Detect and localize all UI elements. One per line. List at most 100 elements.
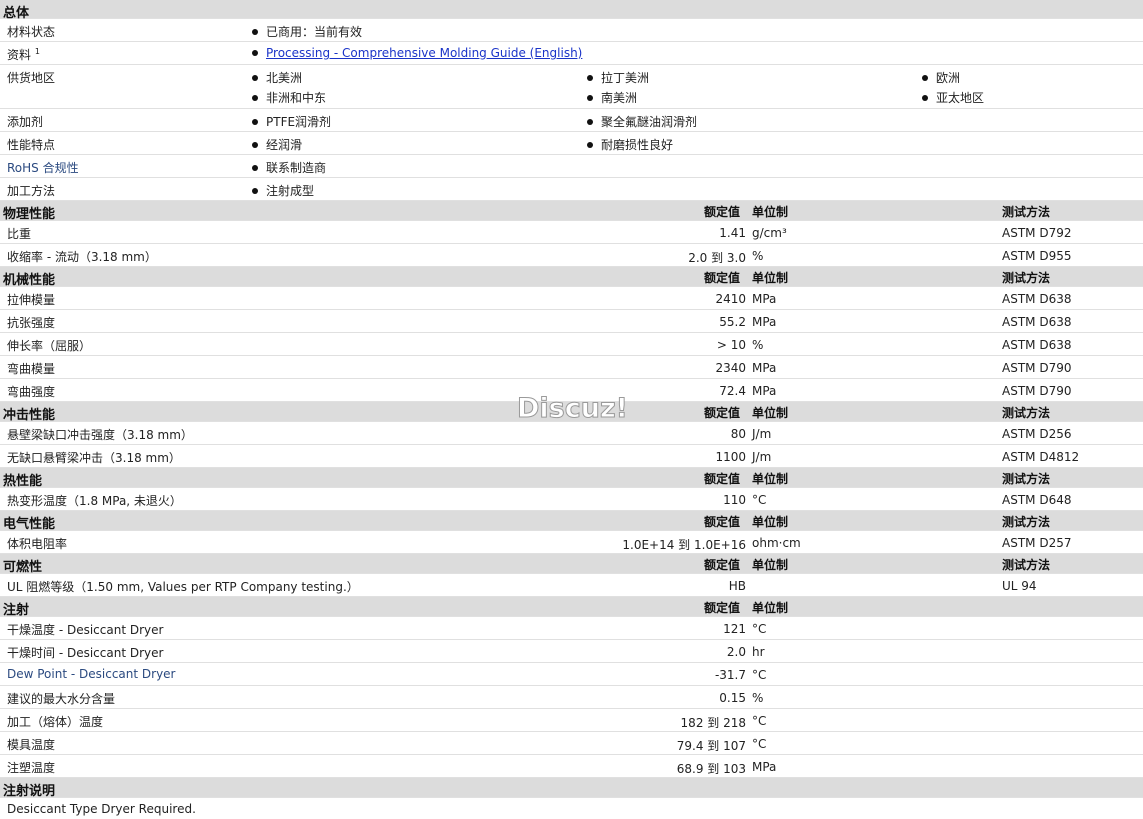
table-row: UL 阻燃等级（1.50 mm, Values per RTP Company … [0,574,1143,597]
bullet-item: 联系制造商 [252,159,326,176]
row-material-status: 材料状态 已商用：当前有效 [0,19,1143,42]
row-unit: MPa [752,292,777,306]
table-row: 干燥时间 - Desiccant Dryer 2.0 hr [0,640,1143,663]
row-unit: MPa [752,384,777,398]
row-label: 资料 1 [7,47,40,62]
section-injection-notes-header: 注射说明 [0,778,1143,799]
row-value: -31.7 [714,668,746,682]
section-physical-header: 物理性能 额定值 单位制 测试方法 [0,201,1143,222]
section-thermal-header: 热性能 额定值 单位制 测试方法 [0,468,1143,489]
col-header-method: 测试方法 [1002,515,1051,529]
row-label: 拉伸模量 [7,293,56,307]
col-header-unit: 单位制 [752,601,789,615]
row-features: 性能特点 经润滑 耐磨损性良好 [0,132,1143,155]
row-label: 供货地区 [7,71,56,85]
bullet-icon [922,74,928,81]
col-header-value: 额定值 [704,601,741,615]
row-label: 建议的最大水分含量 [7,692,116,706]
col-header-value: 额定值 [704,515,741,529]
col-header-value: 额定值 [704,558,741,572]
row-value: 2410 [715,292,746,306]
table-row: 悬壁梁缺口冲击强度（3.18 mm） 80 J/m ASTM D256 [0,422,1143,445]
additive-item: PTFE润滑剂 [252,113,331,130]
row-unit: % [752,249,764,263]
region-item: 北美洲 [252,69,302,86]
table-row: 干燥温度 - Desiccant Dryer 121 °C [0,617,1143,640]
bullet-icon [252,49,258,56]
row-unit: J/m [752,450,772,464]
row-label: 伸长率（屈服） [7,339,92,353]
row-value: 80 [730,427,746,441]
col-header-unit: 单位制 [752,472,789,486]
row-method: ASTM D790 [1002,384,1072,398]
col-header-value: 额定值 [704,406,741,420]
col-header-unit: 单位制 [752,558,789,572]
col-header-method: 测试方法 [1002,558,1051,572]
region-item: 亚太地区 [922,89,984,106]
region-item: 欧洲 [922,69,960,86]
row-unit: °C [752,714,767,728]
col-header-method: 测试方法 [1002,472,1051,486]
table-row: 建议的最大水分含量 0.15 % [0,686,1143,709]
row-label: 收缩率 - 流动（3.18 mm） [7,250,157,264]
row-method: ASTM D790 [1002,361,1072,375]
row-label: 干燥时间 - Desiccant Dryer [7,646,164,660]
table-row: 体积电阻率 1.0E+14 到 1.0E+16 ohm·cm ASTM D257 [0,531,1143,554]
col-header-value: 额定值 [704,205,741,219]
col-header-unit: 单位制 [752,515,789,529]
row-value: 55.2 [719,315,746,329]
col-header-method: 测试方法 [1002,205,1051,219]
row-value: 2.0 [726,645,746,659]
row-label: RoHS 合规性 [7,161,79,175]
row-label: 抗张强度 [7,316,56,330]
table-row: 弯曲模量 2340 MPa ASTM D790 [0,356,1143,379]
row-rohs: RoHS 合规性 联系制造商 [0,155,1143,178]
row-label: 注塑温度 [7,761,56,775]
row-method: ASTM D648 [1002,493,1072,507]
row-regions: 供货地区 北美洲 拉丁美洲 欧洲 非洲和中东 南美洲 亚太地区 [0,65,1143,109]
row-value: 110 [723,493,746,507]
col-header-method: 测试方法 [1002,406,1051,420]
row-value: 1.41 [719,226,746,240]
row-label: UL 阻燃等级（1.50 mm, Values per RTP Company … [7,580,359,594]
bullet-icon [587,141,593,148]
row-method: ASTM D792 [1002,226,1072,240]
bullet-icon [252,164,258,171]
region-item: 非洲和中东 [252,89,326,106]
row-label: 加工（熔体）温度 [7,715,104,729]
row-value: > 10 [716,338,746,352]
row-method: UL 94 [1002,579,1037,593]
row-label: 弯曲强度 [7,385,56,399]
bullet-icon [922,94,928,101]
row-method: ASTM D256 [1002,427,1072,441]
section-title: 冲击性能 [3,408,56,423]
section-title: 注射说明 [3,784,56,799]
region-item: 拉丁美洲 [587,69,649,86]
section-title: 机械性能 [3,273,56,288]
row-label: 材料状态 [7,25,56,39]
row-unit: °C [752,737,767,751]
section-electrical-header: 电气性能 额定值 单位制 测试方法 [0,511,1143,532]
row-method: ASTM D638 [1002,338,1072,352]
row-unit: g/cm³ [752,226,787,240]
bullet-icon [252,118,258,125]
col-header-value: 额定值 [704,271,741,285]
row-label: 加工方法 [7,184,56,198]
row-label: 干燥温度 - Desiccant Dryer [7,623,164,637]
row-method: ASTM D638 [1002,315,1072,329]
bullet-icon [252,141,258,148]
row-value: HB [728,579,746,593]
bullet-item: 已商用：当前有效 [252,23,362,40]
bullet-icon [587,94,593,101]
section-injection-header: 注射 额定值 单位制 [0,597,1143,618]
section-title: 电气性能 [3,517,56,532]
row-process: 加工方法 注射成型 [0,178,1143,201]
row-value: 2.0 到 3.0 [688,251,746,265]
row-unit: J/m [752,427,772,441]
bullet-icon [587,118,593,125]
watermark: Discuz! [517,393,629,425]
doc-link[interactable]: Processing - Comprehensive Molding Guide… [266,46,582,60]
row-unit: °C [752,622,767,636]
table-row: Dew Point - Desiccant Dryer -31.7 °C [0,663,1143,686]
bullet-icon [587,74,593,81]
